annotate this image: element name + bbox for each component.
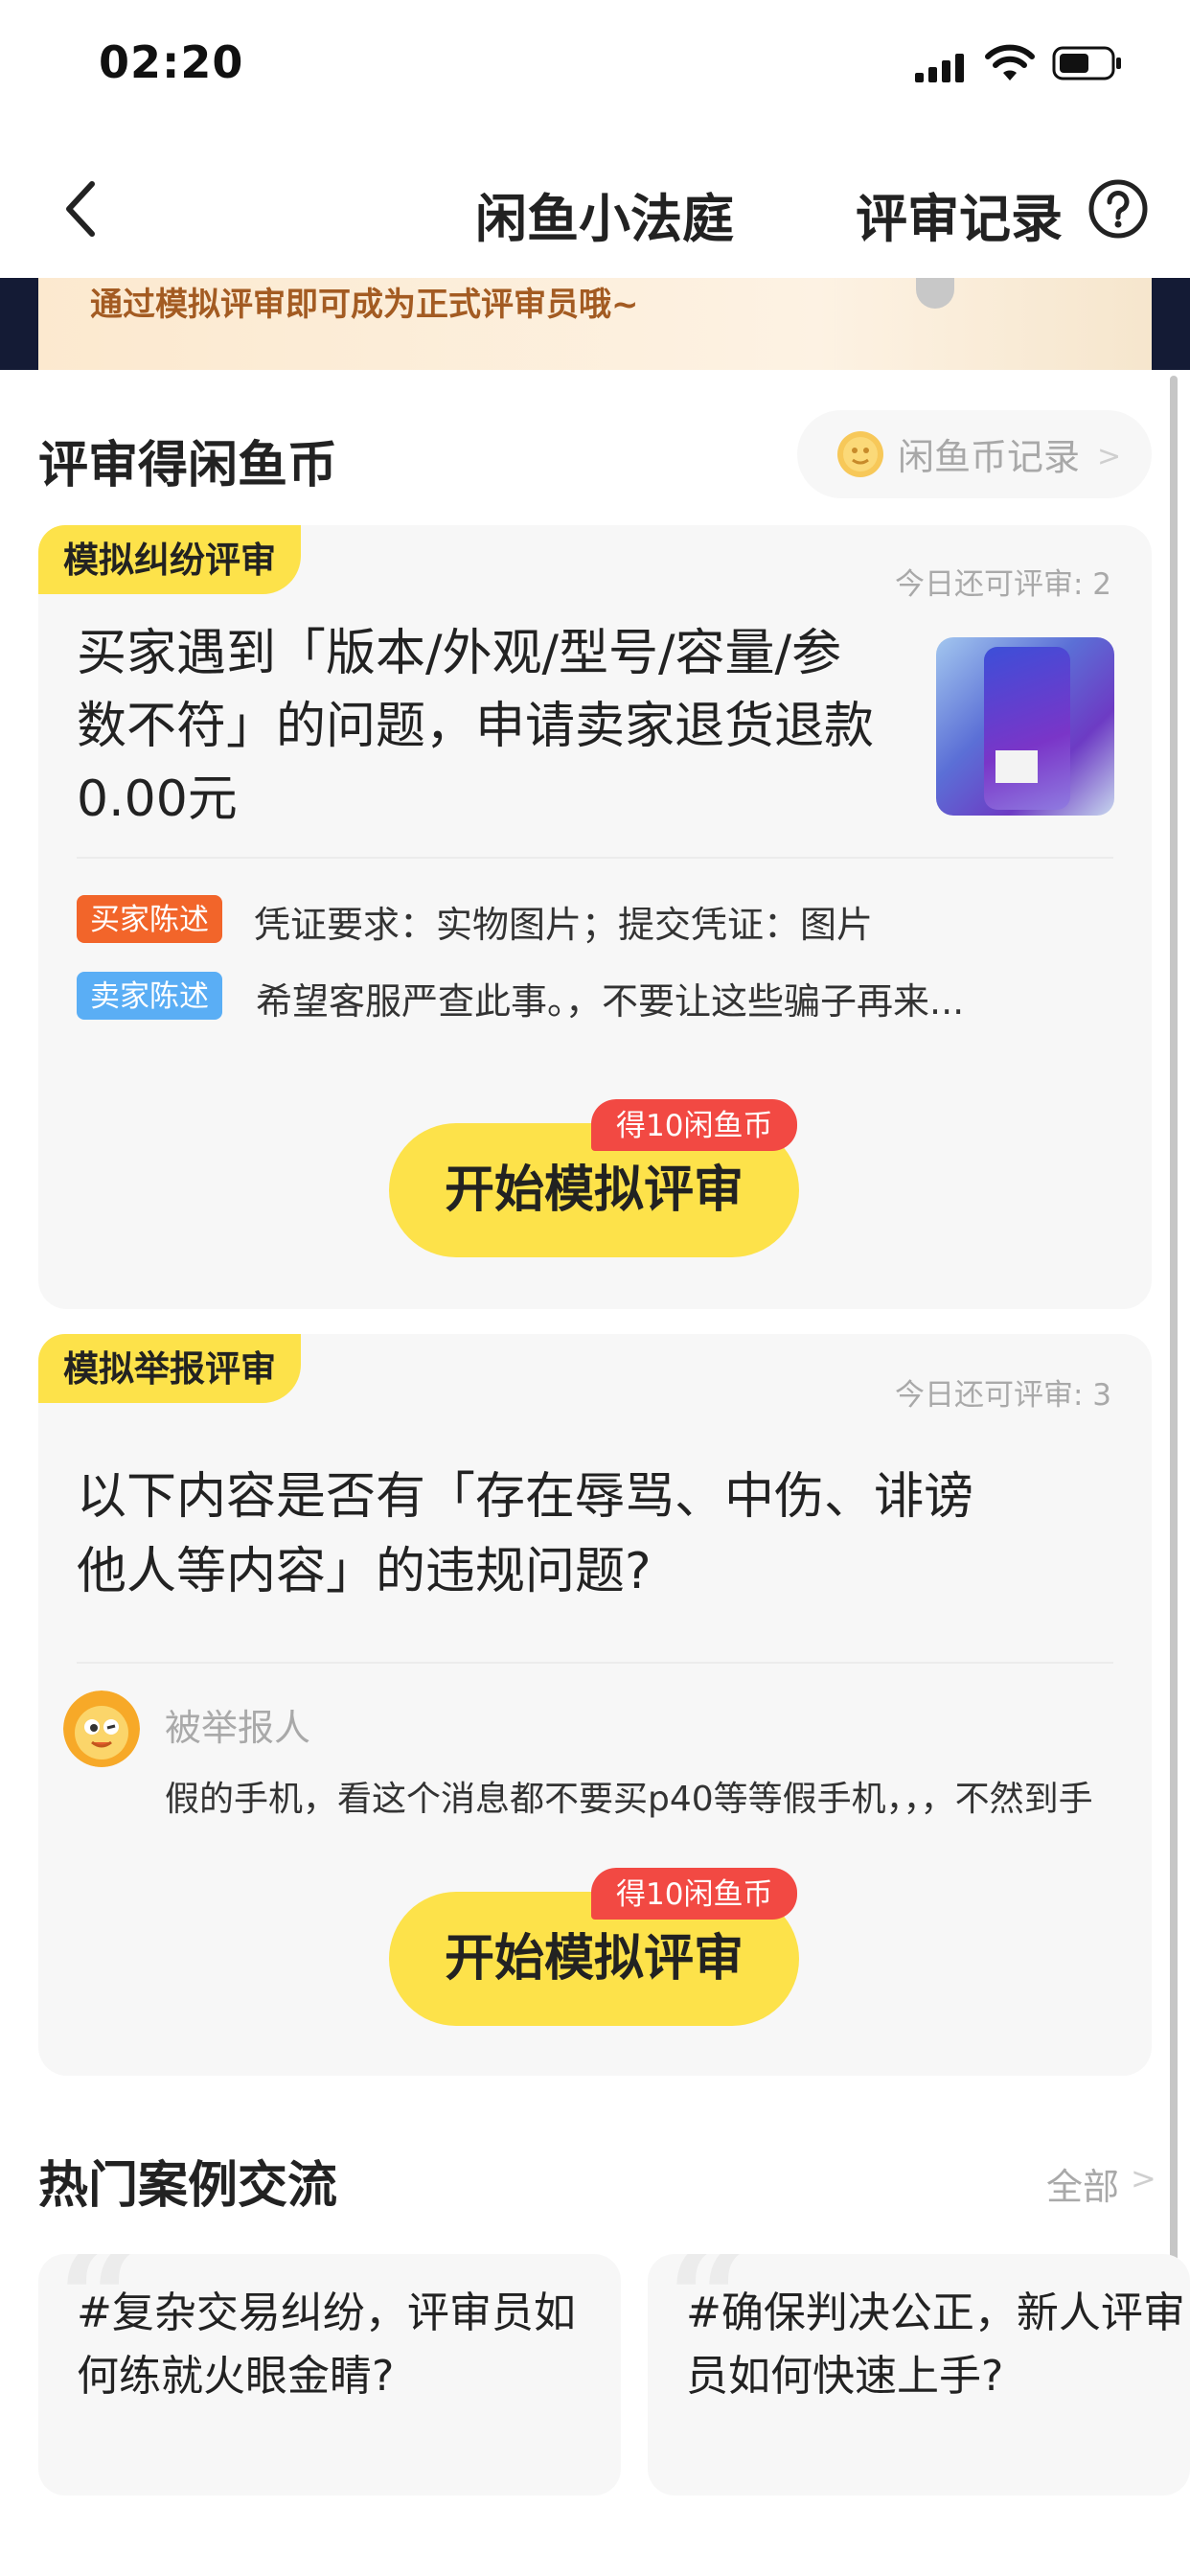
question-line: 0.00元 <box>77 770 238 828</box>
avatar <box>63 1690 140 1767</box>
product-thumbnail[interactable] <box>936 637 1114 816</box>
buyer-statement-tag: 买家陈述 <box>77 895 222 943</box>
hot-case-title-line: #确保判决公正，新人评审 <box>686 2288 1185 2337</box>
chevron-right-icon: > <box>1131 2160 1156 2196</box>
hot-cases-title: 热门案例交流 <box>38 2157 338 2215</box>
reported-content-text: 假的手机，看这个消息都不要买p40等等假手机，，，不然到手 <box>165 1780 1093 1819</box>
back-arrow-icon[interactable] <box>61 178 100 240</box>
help-icon[interactable] <box>1087 178 1149 240</box>
reward-badge: 得10闲鱼币 <box>591 1099 798 1151</box>
coin-icon <box>837 431 883 477</box>
label-sticker <box>995 750 1038 783</box>
question-line: 他人等内容」的违规问题? <box>77 1543 652 1600</box>
divider <box>77 857 1113 859</box>
wifi-icon <box>985 44 1035 80</box>
banner-text: 通过模拟评审即可成为正式评审员哦~ <box>90 286 639 324</box>
review-records-link[interactable]: 评审记录 <box>856 176 1063 252</box>
phone-image <box>984 647 1070 810</box>
seller-statement-tag: 卖家陈述 <box>77 972 222 1020</box>
question-line: 买家遇到「版本/外观/型号/容量/参 <box>77 625 842 682</box>
remaining-reviews: 今日还可评审: 2 <box>895 567 1112 602</box>
hot-case-title-line: 员如何快速上手? <box>686 2352 1004 2401</box>
buyer-statement-text: 凭证要求：实物图片；提交凭证：图片 <box>254 904 874 946</box>
battery-icon <box>1052 46 1121 80</box>
chevron-right-icon: > <box>1097 440 1122 473</box>
report-review-tag: 模拟举报评审 <box>38 1334 301 1403</box>
scrollbar[interactable] <box>1170 376 1178 2465</box>
remaining-reviews: 今日还可评审: 3 <box>895 1378 1112 1413</box>
cellular-signal-icon <box>915 54 964 82</box>
coin-record-label: 闲鱼币记录 <box>898 436 1081 478</box>
divider <box>77 1662 1113 1664</box>
reported-text-container: 假的手机，看这个消息都不要买p40等等假手机，，，不然到手 <box>165 1771 1190 1825</box>
dispute-review-tag: 模拟纠纷评审 <box>38 525 301 594</box>
section-title: 评审得闲鱼币 <box>38 437 338 494</box>
question-line: 数不符」的问题，申请卖家退货退款 <box>77 698 875 755</box>
seller-statement-text: 希望客服严查此事。，不要让这些骗子再来... <box>256 980 965 1023</box>
question-line: 以下内容是否有「存在辱骂、中伤、诽谤 <box>77 1468 974 1526</box>
hot-case-card[interactable]: “ #确保判决公正，新人评审 员如何快速上手? <box>648 2254 1190 2496</box>
page-title: 闲鱼小法庭 <box>475 189 734 249</box>
status-time: 02:20 <box>99 36 244 88</box>
view-all-link[interactable]: 全部 <box>1046 2157 1119 2210</box>
hot-case-card[interactable]: “ #复杂交易纠纷，评审员如 何练就火眼金睛? <box>38 2254 621 2496</box>
reported-user-label: 被举报人 <box>165 1707 311 1749</box>
hot-case-title-line: 何练就火眼金睛? <box>77 2352 395 2401</box>
hot-case-title-line: #复杂交易纠纷，评审员如 <box>77 2288 576 2337</box>
reward-badge: 得10闲鱼币 <box>591 1868 798 1920</box>
